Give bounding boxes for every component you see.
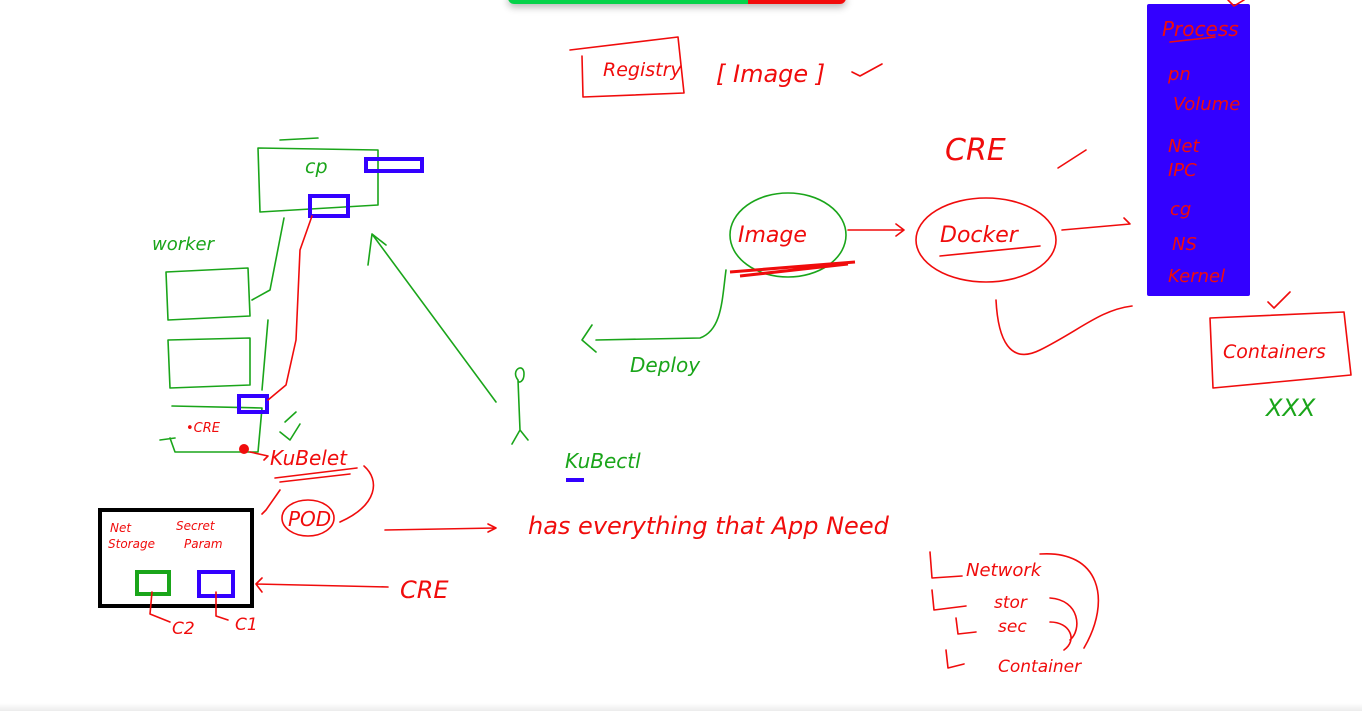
containers-group: Containers XXX — [1209, 291, 1352, 422]
image-docker-flow: Image Docker Deploy — [581, 192, 1133, 377]
process-item: cg — [1170, 199, 1191, 220]
connector — [251, 217, 285, 391]
arrow — [261, 489, 281, 515]
need-item: Container — [998, 657, 1082, 677]
pod-text: Secret — [176, 519, 216, 533]
kubelet-link — [267, 215, 313, 401]
registry-label: Registry — [603, 59, 682, 81]
check-icon — [279, 411, 301, 441]
underline — [274, 467, 358, 483]
process-item: IPC — [1168, 160, 1197, 181]
docker-label: Docker — [940, 223, 1020, 248]
kubelet-label: KuBelet — [270, 446, 348, 470]
need-item: sec — [998, 617, 1027, 637]
image-bracket-label: [ Image ] — [716, 60, 825, 88]
pod-group: POD Net Storage Secret Param C2 C1 CRE — [98, 465, 449, 639]
underline — [729, 260, 856, 278]
worker-node-1 — [165, 267, 251, 321]
node-cre-label: •CRE — [186, 421, 221, 436]
kubectl-label: KuBectl — [565, 449, 641, 473]
process-panel: Process pn Volume Net IPC cg NS Kernel — [1147, 0, 1250, 296]
registry-group: Registry [ Image ] — [569, 36, 883, 98]
cp-api-block — [308, 194, 350, 218]
process-item: Volume — [1173, 94, 1240, 115]
arrow — [847, 223, 905, 237]
need-item: stor — [994, 593, 1028, 613]
arrow — [384, 523, 497, 533]
process-item: NS — [1172, 234, 1197, 255]
process-item: Kernel — [1168, 266, 1225, 287]
control-plane: cp worker •CRE KuBelet KuBectl — [152, 137, 641, 483]
arrow — [1061, 217, 1131, 231]
dot — [239, 444, 249, 454]
deploy-arrow — [581, 269, 727, 353]
kubelet-block — [237, 394, 269, 414]
deploy-label: Deploy — [630, 353, 701, 377]
pod-text: Param — [184, 537, 223, 551]
cp-label: cp — [305, 156, 328, 178]
check-icon — [1267, 291, 1291, 309]
worker-node-2 — [167, 337, 251, 389]
need-item: Network — [966, 560, 1043, 581]
cp-blue-block — [364, 157, 424, 173]
needs-sentence: has everything that App Need — [528, 512, 890, 540]
check-icon — [851, 63, 883, 77]
tree-branch — [955, 617, 977, 635]
process-title: Process — [1162, 17, 1239, 41]
pod-cre-label: CRE — [400, 576, 449, 604]
containers-label: Containers — [1223, 341, 1326, 363]
pod-text: Storage — [108, 537, 155, 551]
whiteboard-canvas[interactable]: Registry [ Image ] CRE Process pn Volume… — [0, 0, 1362, 711]
cre-heading: CRE — [945, 133, 1006, 168]
containers-marks: XXX — [1264, 394, 1316, 422]
process-item: Net — [1168, 136, 1201, 157]
image-label: Image — [738, 223, 807, 248]
tree-branch — [945, 649, 965, 669]
process-item: pn — [1167, 64, 1191, 85]
pod-label: POD — [288, 507, 331, 531]
pod-text: Net — [110, 521, 132, 535]
needs-group: has everything that App Need Network sto… — [384, 512, 1100, 677]
c1-label: C1 — [235, 615, 258, 635]
user-stick-figure — [511, 367, 529, 445]
bottom-edge — [0, 703, 1362, 711]
cursor-mark — [566, 478, 584, 482]
curve-links — [1039, 553, 1100, 651]
c2-label: C2 — [172, 619, 195, 639]
kubectl-arrow — [367, 233, 497, 403]
tree-branch — [931, 589, 967, 611]
arrow — [249, 451, 269, 461]
stroke-mark — [1057, 149, 1087, 169]
curve-arrow — [995, 299, 1133, 356]
arrow — [255, 577, 389, 593]
container-c2 — [135, 570, 171, 596]
worker-label: worker — [152, 234, 216, 255]
tree-branch — [929, 551, 963, 579]
